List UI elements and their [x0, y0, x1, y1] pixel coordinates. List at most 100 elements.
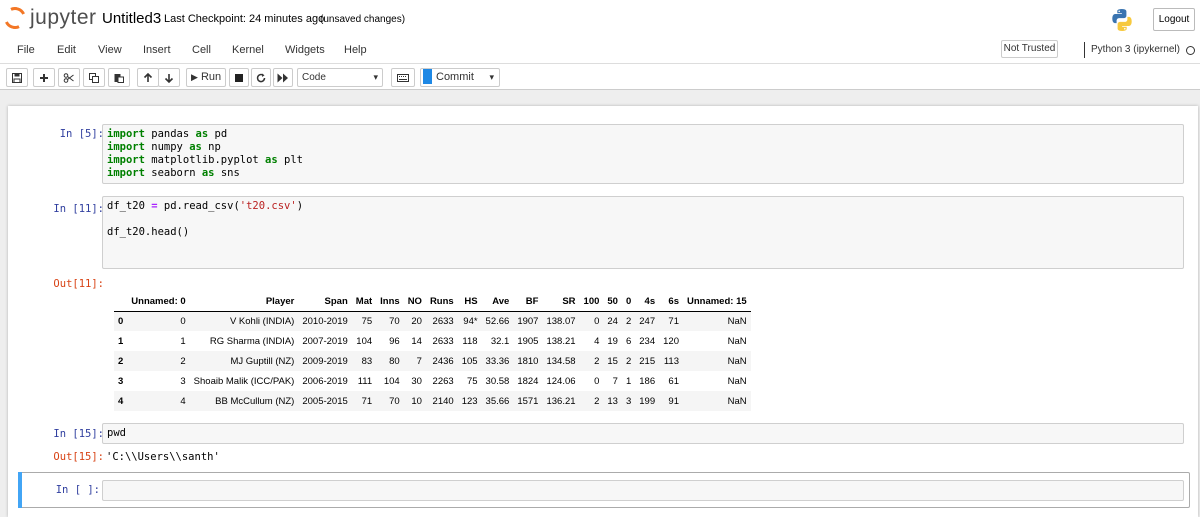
df-cell: 120 [663, 335, 679, 347]
df-cell: 2010-2019 [302, 315, 348, 327]
df-column-header: Player [189, 292, 299, 312]
cell-prompt: In [15]: [53, 428, 104, 440]
menu-cell[interactable]: Cell [192, 44, 211, 56]
df-cell: 1905 [517, 335, 539, 347]
save-status: (unsaved changes) [320, 14, 406, 25]
df-column-header: SR [542, 292, 580, 312]
df-cell: 80 [389, 355, 400, 367]
jupyter-ring-icon [0, 3, 30, 33]
df-cell: 61 [668, 375, 679, 387]
empty-code-cell[interactable] [102, 480, 1184, 501]
commit-label: Commit [436, 71, 474, 83]
logout-button[interactable]: Logout [1153, 8, 1195, 31]
save-button[interactable] [6, 68, 28, 87]
commit-button[interactable]: Commit ▾ [420, 68, 500, 87]
restart-run-all-button[interactable] [273, 68, 293, 87]
table-row: 2 2 MJ Guptill (NZ) 2009-2019 83 80 7 2436 105 33… [114, 351, 751, 371]
keyboard-icon [397, 73, 409, 82]
cell-type-value: Code [302, 72, 326, 83]
jupyter-logo[interactable]: jupyter [0, 3, 97, 33]
df-cell: 215 [639, 355, 656, 367]
table-row: 1 1 RG Sharma (INDIA) 2007-2019 104 96 14 2633 1… [114, 331, 751, 351]
df-cell: 134.58 [546, 355, 576, 367]
play-icon: ▶ [191, 72, 198, 82]
code-cell-imports[interactable]: import pandas as pd import numpy as np i… [102, 124, 1184, 184]
df-cell: 30.58 [485, 375, 510, 387]
menu-view[interactable]: View [98, 44, 122, 56]
df-cell: 2006-2019 [302, 375, 348, 387]
df-cell: 7 [416, 355, 422, 367]
code-line: pwd [107, 427, 126, 439]
df-cell: 0 [180, 315, 186, 327]
df-cell: 2 [594, 395, 600, 407]
df-column-header: Runs [425, 292, 458, 312]
df-cell: 104 [356, 335, 373, 347]
df-cell: 2263 [432, 375, 454, 387]
chevron-down-icon: ▾ [489, 72, 494, 82]
menu-edit[interactable]: Edit [57, 44, 76, 56]
jupyter-wordmark: jupyter [30, 6, 97, 29]
df-column-header: Span [298, 292, 352, 312]
df-cell: 1571 [517, 395, 539, 407]
df-cell: NaN [727, 375, 747, 387]
df-cell: 2009-2019 [302, 355, 348, 367]
menu-insert[interactable]: Insert [143, 44, 171, 56]
df-cell: 1 [625, 375, 632, 387]
df-column-header: 100 [579, 292, 604, 312]
table-row: 3 3 Shoaib Malik (ICC/PAK) 2006-2019 111 104 3… [114, 371, 751, 391]
table-row: 4 4 BB McCullum (NZ) 2005-2015 71 70 10 2140 123… [114, 391, 751, 411]
copy-button[interactable] [83, 68, 105, 87]
trust-status-button[interactable]: Not Trusted [1001, 40, 1058, 58]
cell-prompt: In [ ]: [55, 484, 100, 496]
menu-help[interactable]: Help [344, 44, 367, 56]
df-cell: 96 [389, 335, 400, 347]
fast-forward-icon [277, 73, 288, 82]
menu-kernel[interactable]: Kernel [232, 44, 264, 56]
stop-icon [235, 73, 243, 82]
df-cell: 4 [594, 335, 600, 347]
df-column-header: Unnamed: 0 [127, 292, 190, 312]
output-prompt: Out[15]: [53, 451, 104, 463]
scissors-icon [63, 72, 74, 83]
df-row-index: 2 [118, 355, 124, 367]
df-cell: 75 [466, 375, 478, 387]
df-cell: 32.1 [490, 335, 510, 347]
df-cell: 2007-2019 [302, 335, 348, 347]
code-cell-read-csv[interactable]: df_t20 = pd.read_csv('t20.csv') df_t20.h… [102, 196, 1184, 269]
df-cell: NaN [727, 315, 747, 327]
df-cell: 71 [668, 315, 679, 327]
kernel-idle-icon [1186, 46, 1195, 55]
checkpoint-status: Last Checkpoint: 24 minutes ago [164, 13, 325, 25]
df-cell: 111 [357, 375, 373, 387]
command-palette-button[interactable] [391, 68, 415, 87]
df-cell: 2436 [432, 355, 454, 367]
move-up-button[interactable] [137, 68, 159, 87]
kernel-name: Python 3 (ipykernel) [1084, 42, 1180, 58]
df-column-header: Ave [481, 292, 514, 312]
df-cell: 1907 [517, 315, 539, 327]
restart-button[interactable] [251, 68, 271, 87]
code-cell-pwd[interactable]: pwd [102, 423, 1184, 444]
df-cell: 52.66 [485, 315, 510, 327]
run-button[interactable]: ▶ Run [186, 68, 226, 87]
move-down-button[interactable] [158, 68, 180, 87]
menu-widgets[interactable]: Widgets [285, 44, 325, 56]
interrupt-button[interactable] [229, 68, 249, 87]
df-column-header: Inns [376, 292, 404, 312]
cell-type-select[interactable]: Code ▾ [297, 68, 383, 87]
df-cell: 24 [607, 315, 618, 327]
cell-prompt: In [5]: [59, 128, 104, 140]
df-cell: 14 [411, 335, 422, 347]
df-cell: BB McCullum (NZ) [215, 395, 295, 407]
insert-cell-button[interactable] [33, 68, 55, 87]
notebook-title[interactable]: Untitled3 [102, 10, 161, 27]
cut-button[interactable] [58, 68, 80, 87]
df-column-header: 0 [621, 292, 636, 312]
df-cell: 136.21 [546, 395, 576, 407]
df-cell: 3 [180, 375, 186, 387]
menu-file[interactable]: File [17, 44, 35, 56]
paste-button[interactable] [108, 68, 130, 87]
arrow-up-icon [143, 72, 153, 82]
df-cell: 104 [383, 375, 400, 387]
df-column-header [114, 292, 128, 312]
